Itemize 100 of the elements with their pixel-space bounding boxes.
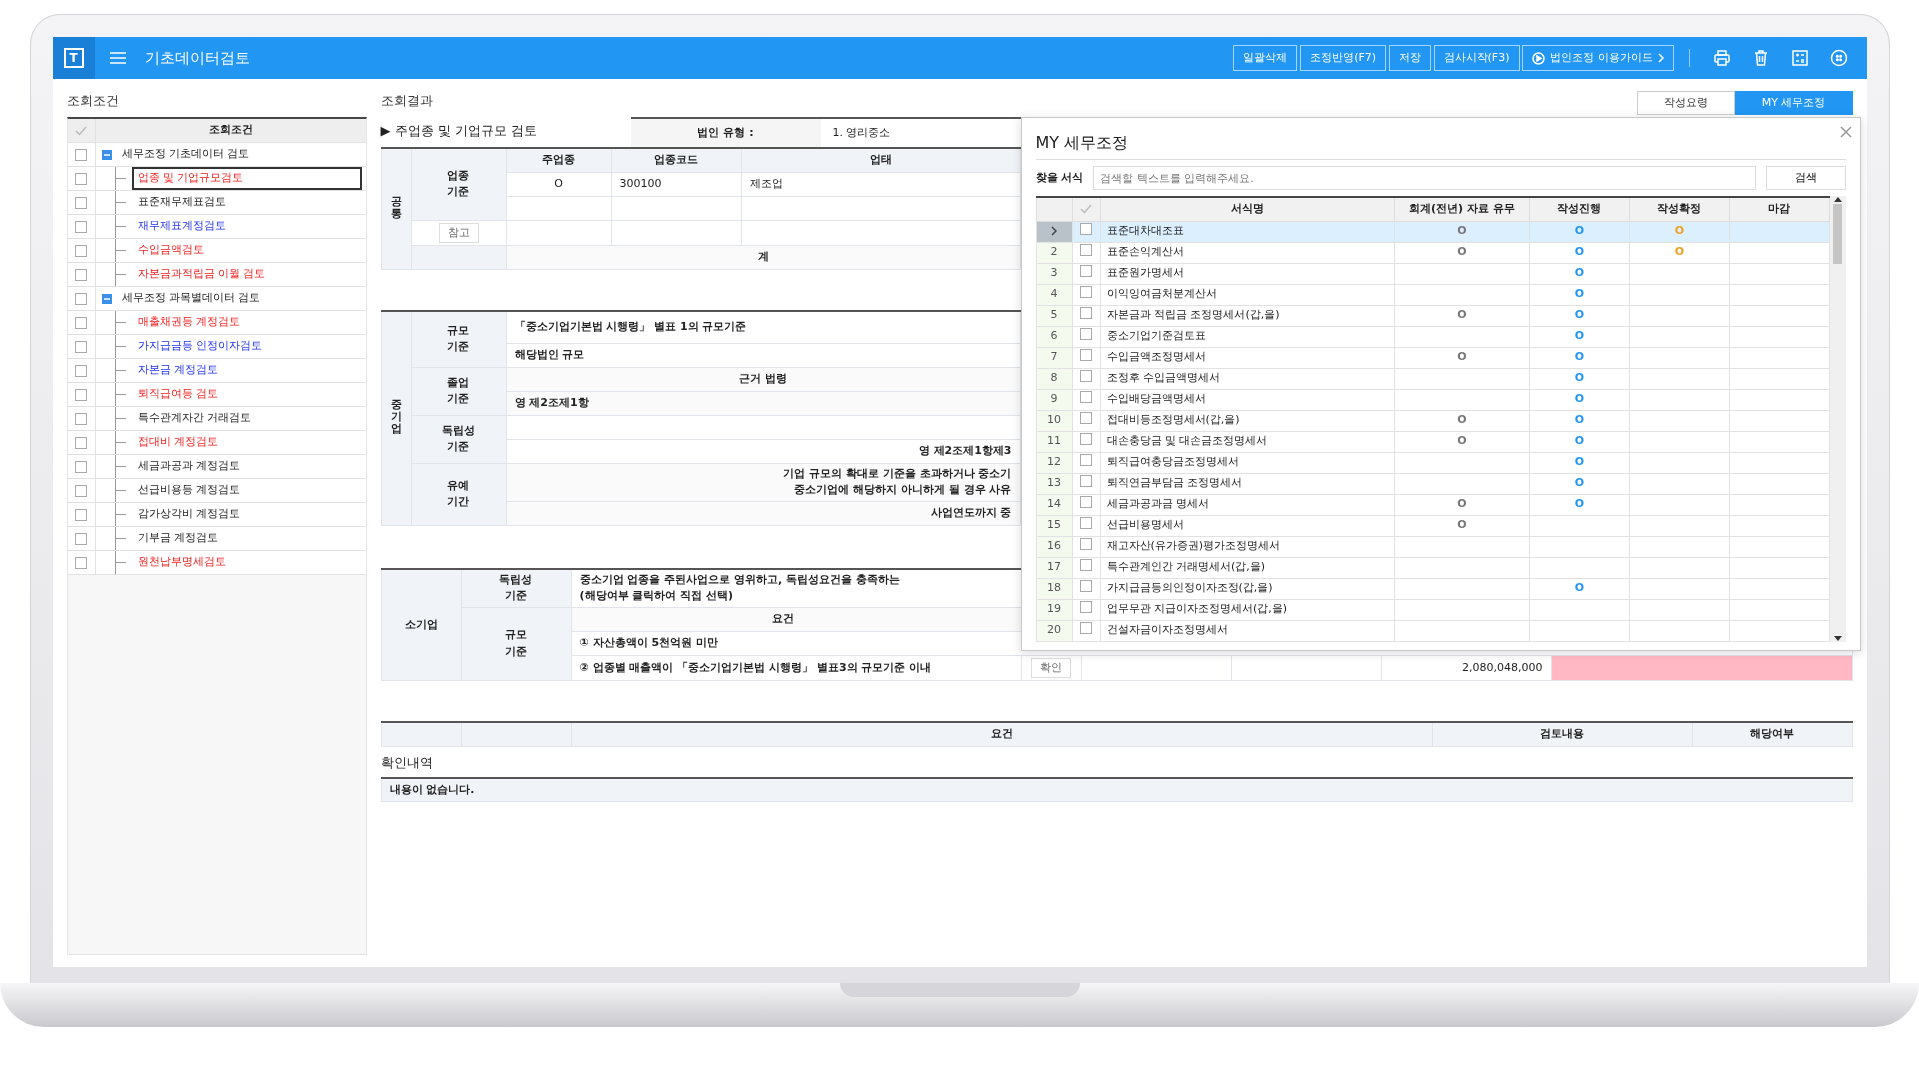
checkbox[interactable] [75, 244, 87, 257]
print-icon[interactable] [1713, 49, 1732, 67]
column-header: 해당여부 [1750, 727, 1794, 740]
table-cell: 이익잉여금처분계산서 [1106, 287, 1217, 301]
table-row[interactable]: 9 수입배당금액명세서 O [1036, 389, 1830, 410]
checkbox[interactable] [1080, 411, 1092, 424]
menu-icon[interactable] [108, 51, 127, 65]
checkbox[interactable] [1080, 600, 1092, 613]
table-row[interactable]: 19 업무무관 지급이자조정명세서(갑,을) [1036, 599, 1830, 620]
column-header: 회계(전년) 자료 유무 [1408, 202, 1515, 215]
table-cell: O [1574, 245, 1584, 259]
checkbox[interactable] [1080, 222, 1092, 235]
checkbox[interactable] [75, 364, 87, 377]
checkbox[interactable] [75, 508, 87, 521]
checkbox[interactable] [1080, 516, 1092, 529]
row-number: 16 [1047, 539, 1061, 553]
checkbox[interactable] [1080, 558, 1092, 571]
table-cell: O [554, 176, 563, 190]
table-cell: 가지급금등의인정이자조정(갑,을) [1106, 581, 1273, 595]
row-number: 20 [1047, 623, 1061, 637]
checkbox[interactable] [1080, 537, 1092, 550]
table-cell: O [1574, 266, 1584, 280]
table-cell: 세금과공과금 명세서 [1106, 497, 1209, 511]
checkbox[interactable] [75, 388, 87, 401]
checkbox[interactable] [1080, 495, 1092, 508]
close-icon[interactable] [1839, 126, 1852, 138]
tree-item[interactable]: 업종 및 기업규모검토 [131, 167, 362, 190]
table-row[interactable]: 17 특수관계인간 거래명세서(갑,을) [1036, 557, 1830, 578]
checkbox[interactable] [75, 316, 87, 329]
table-row[interactable]: 표준대차대조표 O O O [1036, 221, 1830, 242]
field-label: 법인 유형 : [697, 124, 754, 141]
table-cell: 선급비용명세서 [1106, 518, 1184, 532]
checkbox[interactable] [75, 148, 87, 161]
table-row[interactable]: 15 선급비용명세서 O [1036, 515, 1830, 536]
reference-button[interactable]: 참고 [438, 222, 479, 243]
tab[interactable]: 작성요령 [1636, 91, 1735, 115]
table-row[interactable]: 6 중소기업기준검토표 O [1036, 326, 1830, 347]
table-row[interactable]: 10 접대비등조정명세서(갑,을) O O [1036, 410, 1830, 431]
checkbox[interactable] [1080, 348, 1092, 361]
scroll-thumb[interactable] [1833, 204, 1843, 264]
checkbox[interactable] [75, 436, 87, 449]
group-label: 공통 [390, 195, 402, 220]
table-row[interactable]: 5 자본금과 적립금 조정명세서(갑,을) O O [1036, 305, 1830, 326]
checkbox[interactable] [1080, 453, 1092, 466]
table-row[interactable]: 18 가지급금등의인정이자조정(갑,을) O [1036, 578, 1830, 599]
checkbox[interactable] [75, 292, 87, 305]
checkbox[interactable] [75, 484, 87, 497]
checkbox[interactable] [1080, 369, 1092, 382]
table-row[interactable]: 20 건설자금이자조정명세서 [1036, 620, 1830, 641]
collapse-icon[interactable] [101, 293, 112, 304]
checkbox[interactable] [75, 340, 87, 353]
checkbox[interactable] [75, 172, 87, 185]
table-cell: 업무무관 지급이자조정명세서(갑,을) [1106, 602, 1288, 616]
check-icon [1080, 204, 1092, 214]
checkbox[interactable] [1080, 432, 1092, 445]
amount-cell: 2,080,048,000 [1462, 660, 1543, 674]
table-row[interactable]: 2 표준손익계산서 O O O [1036, 242, 1830, 263]
checkbox[interactable] [1080, 264, 1092, 277]
row-number: 17 [1047, 560, 1061, 574]
checkbox[interactable] [75, 220, 87, 233]
checkbox[interactable] [1080, 474, 1092, 487]
checkbox[interactable] [1080, 621, 1092, 634]
checkbox[interactable] [75, 556, 87, 569]
dialog-title: MY 세무조정 [1035, 131, 1129, 154]
table-cell: O [1574, 476, 1584, 490]
row-number: 7 [1050, 350, 1058, 364]
trash-icon[interactable] [1752, 49, 1770, 67]
table-row[interactable]: 13 퇴직연금부담금 조정명세서 O [1036, 473, 1830, 494]
table-row[interactable]: 12 퇴직급여충당금조정명세서 O [1036, 452, 1830, 473]
table-row[interactable]: 14 세금과공과금 명세서 O O [1036, 494, 1830, 515]
search-button[interactable]: 검색 [1765, 166, 1846, 190]
table-row[interactable]: 16 재고자산(유가증권)평가조정명세서 [1036, 536, 1830, 557]
search-field[interactable]: 검색할 텍스트를 입력해주세요. [1093, 166, 1756, 190]
checkbox[interactable] [1080, 285, 1092, 298]
column-header: 마감 [1768, 202, 1791, 215]
more-icon[interactable] [1829, 49, 1848, 67]
checkbox[interactable] [75, 412, 87, 425]
table-row[interactable]: 7 수입금액조정명세서 O O [1036, 347, 1830, 368]
checkbox[interactable] [75, 268, 87, 281]
scroll-down-icon[interactable] [1833, 635, 1842, 642]
confirm-button[interactable]: 확인 [1031, 657, 1071, 678]
checkbox[interactable] [75, 532, 87, 545]
table-row[interactable]: 8 조정후 수입금액명세서 O [1036, 368, 1830, 389]
column-header: 조회조건 [207, 122, 254, 139]
collapse-icon[interactable] [101, 149, 112, 160]
table-row[interactable]: 11 대손충당금 및 대손금조정명세서 O O [1036, 431, 1830, 452]
checkbox[interactable] [75, 196, 87, 209]
table-cell-text: 기업 규모의 확대로 기준을 초과하거나 중소기 중소기업에 해당하지 아니하게 될 경우 사유 [783, 465, 1012, 498]
checkbox[interactable] [1080, 390, 1092, 403]
checkbox[interactable] [1080, 327, 1092, 340]
chevron-right-icon [1657, 53, 1664, 63]
checkbox[interactable] [75, 460, 87, 473]
form-icon[interactable] [1790, 49, 1809, 67]
checkbox[interactable] [1080, 306, 1092, 319]
checkbox[interactable] [1080, 243, 1092, 256]
table-row[interactable]: 3 표준원가명세서 O [1036, 263, 1830, 284]
checkbox[interactable] [1080, 579, 1092, 592]
scroll-up-icon[interactable] [1833, 196, 1842, 202]
table-row[interactable]: 4 이익잉여금처분계산서 O [1036, 284, 1830, 305]
column-header: 업태 [869, 153, 892, 166]
